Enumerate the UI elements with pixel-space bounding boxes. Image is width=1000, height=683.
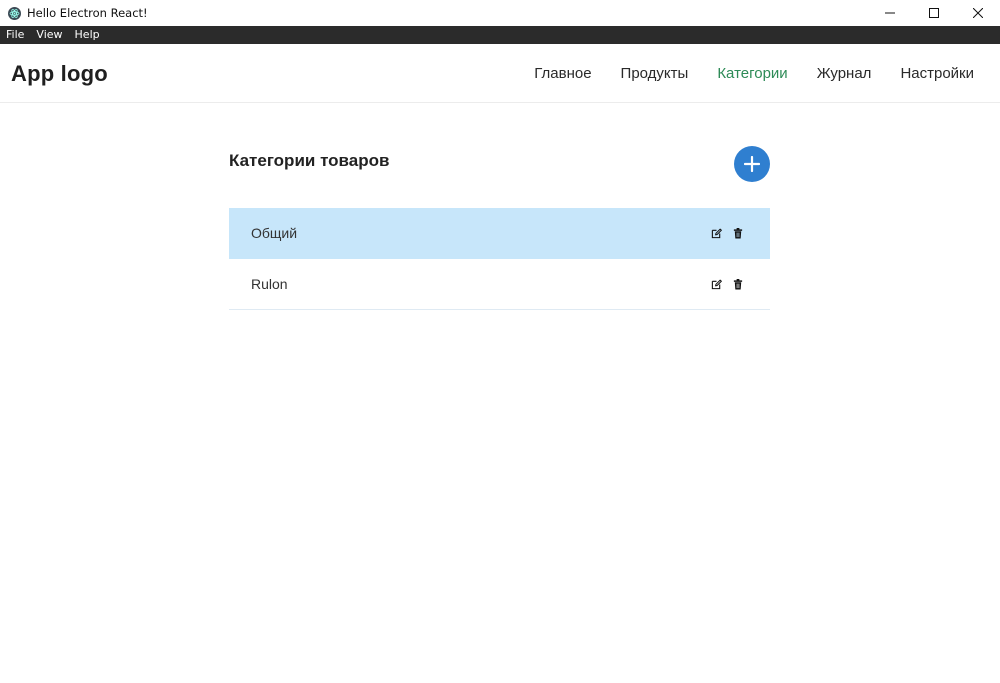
minimize-icon xyxy=(885,8,895,18)
plus-icon xyxy=(744,156,760,172)
electron-icon xyxy=(8,6,21,20)
main-nav: Главное Продукты Категории Журнал Настро… xyxy=(505,44,974,103)
maximize-icon xyxy=(929,8,939,18)
nav-link-home[interactable]: Главное xyxy=(534,65,591,82)
menu-bar: File View Help xyxy=(0,26,1000,44)
add-category-button[interactable] xyxy=(734,146,770,182)
category-name: Rulon xyxy=(251,276,288,292)
app-header: App logo Главное Продукты Категории Журн… xyxy=(0,44,1000,103)
nav-link-settings[interactable]: Настройки xyxy=(900,65,974,82)
maximize-button[interactable] xyxy=(912,0,956,26)
window-title: Hello Electron React! xyxy=(27,6,148,20)
category-name: Общий xyxy=(251,225,298,241)
window-titlebar: Hello Electron React! xyxy=(0,0,1000,26)
row-actions xyxy=(700,259,744,309)
window-controls xyxy=(868,0,1000,26)
category-row[interactable]: Rulon xyxy=(229,259,770,310)
close-button[interactable] xyxy=(956,0,1000,26)
app-logo[interactable]: App logo xyxy=(11,61,108,87)
category-row[interactable]: Общий xyxy=(229,208,770,259)
edit-icon[interactable] xyxy=(710,227,722,239)
page-title: Категории товаров xyxy=(229,151,390,170)
menu-view[interactable]: View xyxy=(30,26,68,44)
menu-file[interactable]: File xyxy=(0,26,30,44)
row-actions xyxy=(700,208,744,258)
category-list: Общий Rulon xyxy=(229,208,770,310)
minimize-button[interactable] xyxy=(868,0,912,26)
edit-icon[interactable] xyxy=(710,278,722,290)
menu-help[interactable]: Help xyxy=(69,26,106,44)
nav-link-journal[interactable]: Журнал xyxy=(817,65,872,82)
nav-link-products[interactable]: Продукты xyxy=(621,65,689,82)
trash-icon[interactable] xyxy=(732,227,744,239)
trash-icon[interactable] xyxy=(732,278,744,290)
close-icon xyxy=(973,8,983,18)
nav-link-categories[interactable]: Категории xyxy=(717,65,787,82)
